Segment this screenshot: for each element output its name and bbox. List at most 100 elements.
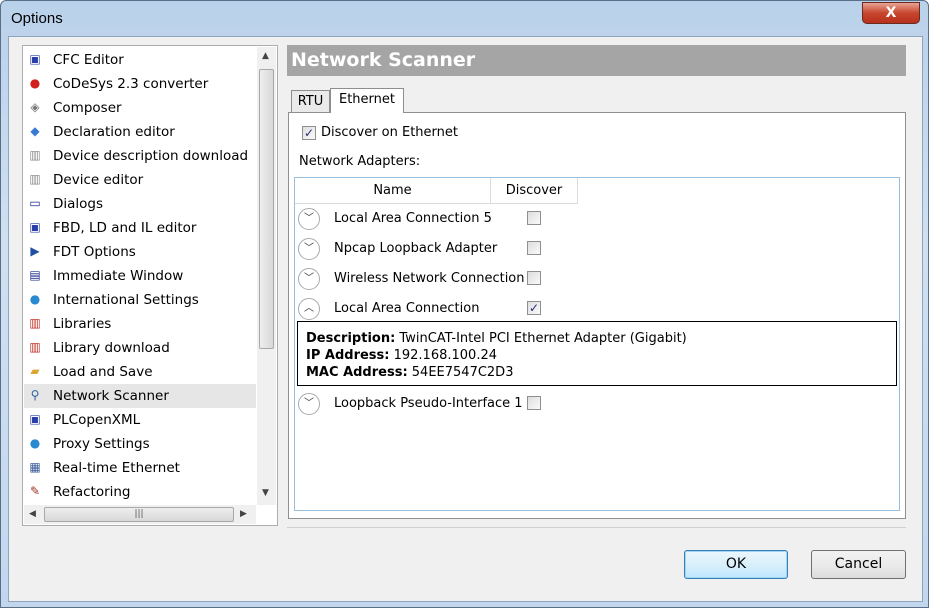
- scroll-left-arrow-icon[interactable]: ◀: [29, 509, 36, 519]
- sidebar-item[interactable]: ▶ FDT Options: [24, 240, 256, 264]
- adapter-name: Local Area Connection 5: [334, 211, 492, 226]
- sidebar-item[interactable]: ▰ Load and Save: [24, 360, 256, 384]
- sidebar-item-label: FBD, LD and IL editor: [53, 220, 197, 236]
- mac-address-label: MAC Address:: [306, 365, 408, 380]
- refactoring-icon: ✎: [29, 484, 41, 498]
- sidebar-item[interactable]: ▥ Device description download: [24, 144, 256, 168]
- sidebar-item[interactable]: ▭ Dialogs: [24, 192, 256, 216]
- sidebar-item[interactable]: ● International Settings: [24, 288, 256, 312]
- divider: [287, 527, 906, 528]
- tab-ethernet[interactable]: Ethernet: [330, 88, 404, 113]
- sidebar-item-label: Library download: [53, 340, 170, 356]
- sidebar-item[interactable]: ▣ CFC Editor: [24, 48, 256, 72]
- expand-chevron-icon[interactable]: ﹀: [298, 393, 320, 415]
- adapter-row: ﹀ Npcap Loopback Adapter: [295, 234, 895, 264]
- proxy-icon: ●: [29, 436, 41, 450]
- cancel-button[interactable]: Cancel: [811, 550, 906, 579]
- fdt-icon: ▶: [30, 244, 40, 258]
- sidebar-item-label: FDT Options: [53, 244, 136, 260]
- library-download-icon: ▥: [29, 340, 41, 354]
- sidebar-item-label: International Settings: [53, 292, 199, 308]
- plcopen-icon: ▣: [29, 412, 41, 426]
- collapse-chevron-icon[interactable]: ︿: [298, 298, 320, 320]
- sidebar-item[interactable]: ● CoDeSys 2.3 converter: [24, 72, 256, 96]
- sidebar-item-label: Libraries: [53, 316, 112, 332]
- window-title: Options: [11, 10, 63, 27]
- ip-address-label: IP Address:: [306, 348, 390, 363]
- sidebar-item[interactable]: ▤ Immediate Window: [24, 264, 256, 288]
- declaration-editor-icon: ◆: [30, 124, 40, 138]
- immediate-window-icon: ▤: [29, 268, 41, 282]
- sidebar-item[interactable]: ● Proxy Settings: [24, 432, 256, 456]
- ip-address-value: 192.168.100.24: [393, 348, 497, 363]
- sidebar-item-label: Network Scanner: [53, 388, 169, 404]
- sidebar-item[interactable]: ▥ Device editor: [24, 168, 256, 192]
- adapter-name: Npcap Loopback Adapter: [334, 241, 498, 256]
- sidebar-item[interactable]: ▦ Real-time Ethernet: [24, 456, 256, 480]
- horizontal-scroll-thumb[interactable]: |||: [44, 507, 234, 522]
- sidebar-item-label: Immediate Window: [53, 268, 184, 284]
- scroll-right-arrow-icon[interactable]: ▶: [240, 509, 247, 519]
- adapter-discover-checkbox[interactable]: [527, 271, 541, 285]
- sidebar-item[interactable]: ▥ Library download: [24, 336, 256, 360]
- sidebar-item-label: Device description download: [53, 148, 249, 164]
- expand-chevron-icon[interactable]: ﹀: [298, 268, 320, 290]
- vertical-scrollbar[interactable]: ▲ ▼: [257, 47, 276, 505]
- description-value: TwinCAT-Intel PCI Ethernet Adapter (Giga…: [399, 331, 687, 346]
- column-header-discover[interactable]: Discover: [491, 178, 578, 204]
- fbd-editor-icon: ▣: [29, 220, 41, 234]
- adapter-name: Loopback Pseudo-Interface 1: [334, 396, 523, 411]
- adapter-discover-checkbox[interactable]: [527, 396, 541, 410]
- adapter-name: Wireless Network Connection: [334, 271, 525, 286]
- mac-address-value: 54EE7547C2D3: [411, 365, 514, 380]
- column-header-name[interactable]: Name: [295, 178, 491, 204]
- expand-chevron-icon[interactable]: ﹀: [298, 238, 320, 260]
- adapter-row: ︿ Local Area Connection ✓: [295, 294, 895, 324]
- scroll-up-arrow-icon[interactable]: ▲: [262, 51, 269, 61]
- sidebar-item-label: CoDeSys 2.3 converter: [53, 76, 209, 92]
- vertical-scroll-thumb[interactable]: [259, 69, 274, 349]
- ethernet-icon: ▦: [29, 460, 41, 474]
- adapter-discover-checkbox[interactable]: [527, 211, 541, 225]
- network-adapters-grid: Name Discover Description: TwinCAT-Intel…: [294, 177, 900, 511]
- sidebar-item-label: Load and Save: [53, 364, 153, 380]
- page-title: Network Scanner: [287, 45, 906, 76]
- options-category-list[interactable]: ▲ ▼ ◀ ||| ▶ ▣ CFC Editor ● CoDeSys 2.3 conv…: [22, 45, 278, 526]
- scroll-down-arrow-icon[interactable]: ▼: [262, 488, 269, 498]
- discover-on-ethernet-label: Discover on Ethernet: [321, 125, 458, 140]
- sidebar-item-label: Proxy Settings: [53, 436, 150, 452]
- sidebar-item-label: Refactoring: [53, 484, 131, 500]
- tab-rtu[interactable]: RTU: [291, 90, 330, 113]
- adapter-details: Description: TwinCAT-Intel PCI Ethernet …: [297, 321, 897, 386]
- sidebar-item-label: Dialogs: [53, 196, 104, 212]
- discover-on-ethernet-checkbox[interactable]: ✓: [302, 126, 316, 140]
- adapter-row: ﹀ Wireless Network Connection: [295, 264, 895, 294]
- device-icon: ▥: [29, 148, 41, 162]
- ok-button[interactable]: OK: [684, 550, 788, 579]
- magnifier-icon: ⚲: [30, 388, 40, 402]
- sidebar-item[interactable]: ◈ Composer: [24, 96, 256, 120]
- horizontal-scrollbar[interactable]: ◀ ||| ▶: [24, 505, 256, 524]
- description-label: Description:: [306, 331, 396, 346]
- sidebar-item[interactable]: ◆ Declaration editor: [24, 120, 256, 144]
- network-adapters-label: Network Adapters:: [299, 154, 421, 169]
- folder-icon: ▰: [30, 364, 40, 378]
- composer-icon: ◈: [30, 100, 40, 114]
- adapter-row: ﹀ Loopback Pseudo-Interface 1: [295, 389, 895, 419]
- expand-chevron-icon[interactable]: ﹀: [298, 208, 320, 230]
- sidebar-item[interactable]: ▣ FBD, LD and IL editor: [24, 216, 256, 240]
- adapter-discover-checkbox[interactable]: [527, 241, 541, 255]
- sidebar-item-label: Composer: [53, 100, 122, 116]
- sidebar-item[interactable]: ▣ PLCopenXML: [24, 408, 256, 432]
- sidebar-item[interactable]: ✎ Refactoring: [24, 480, 256, 504]
- sidebar-item-label: Declaration editor: [53, 124, 175, 140]
- close-button[interactable]: X: [862, 2, 920, 24]
- dialog-icon: ▭: [29, 196, 41, 210]
- adapter-discover-checkbox[interactable]: ✓: [527, 301, 541, 315]
- converter-icon: ●: [29, 76, 41, 90]
- sidebar-item[interactable]: ⚲ Network Scanner: [24, 384, 256, 408]
- sidebar-item[interactable]: ▥ Libraries: [24, 312, 256, 336]
- cfc-editor-icon: ▣: [29, 52, 41, 66]
- sidebar-item-label: CFC Editor: [53, 52, 124, 68]
- adapter-row: ﹀ Local Area Connection 5: [295, 204, 895, 234]
